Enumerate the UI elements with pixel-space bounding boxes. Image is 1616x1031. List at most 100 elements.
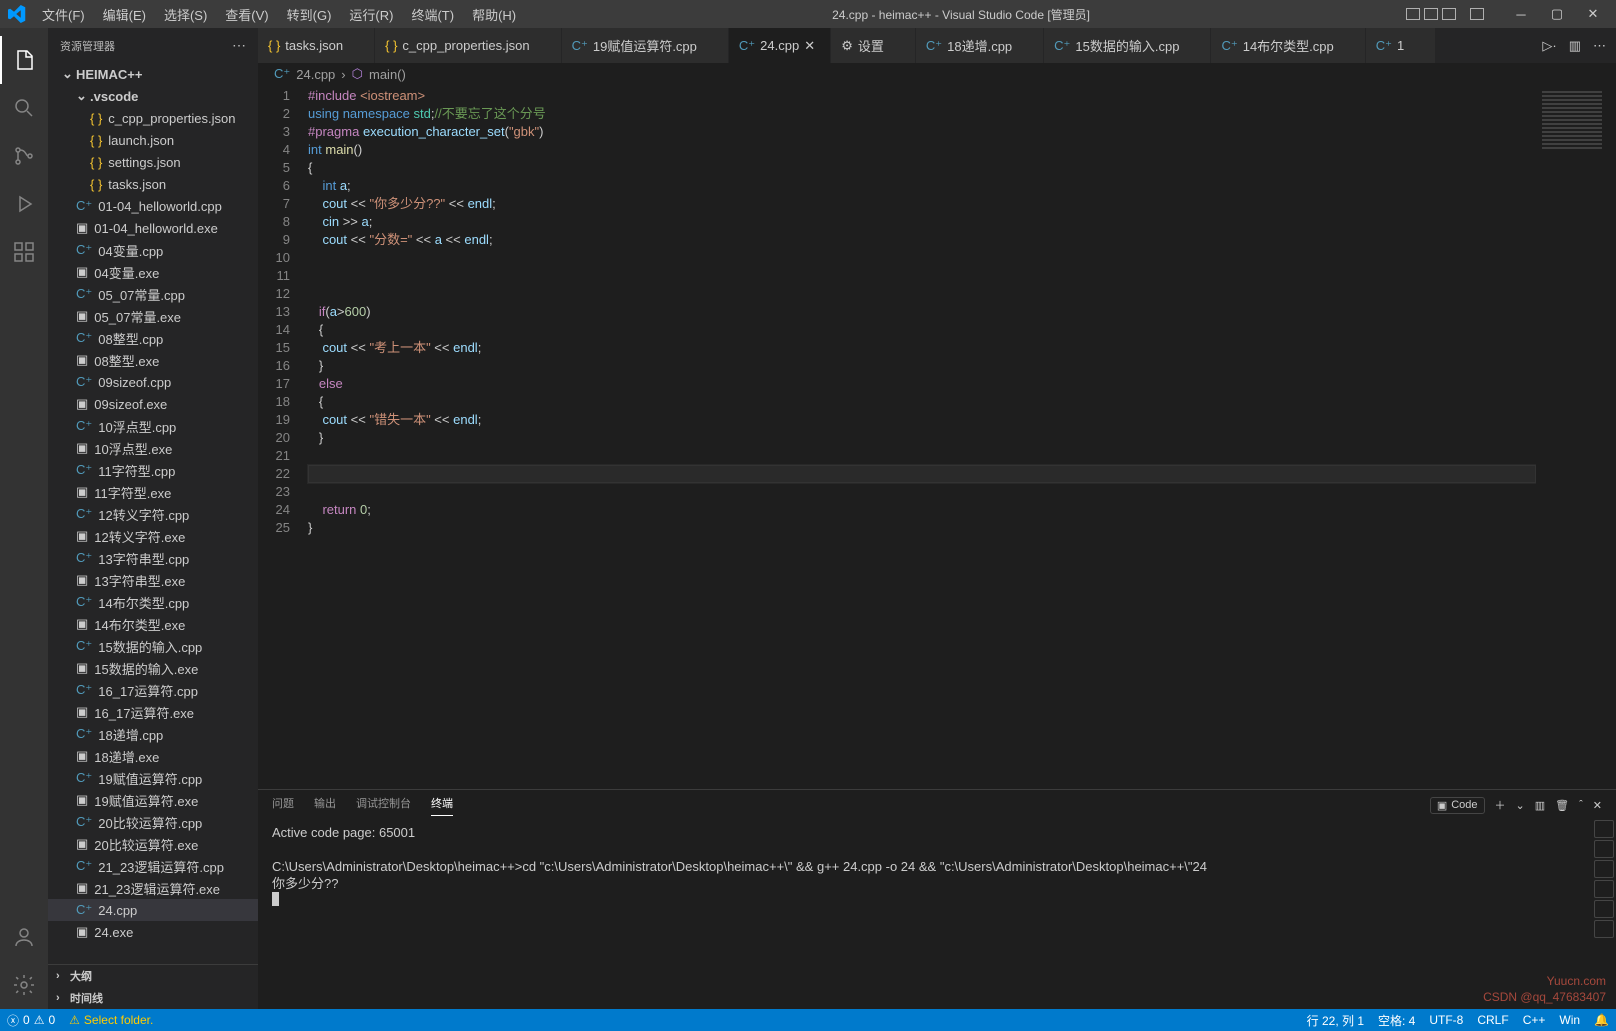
minimize-button[interactable]: ─ [1506,3,1536,25]
close-icon[interactable]: ✕ [804,38,820,54]
menu-item[interactable]: 查看(V) [217,1,276,28]
editor-tab[interactable]: { }tasks.json✕ [258,28,375,63]
search-icon[interactable] [0,84,48,132]
editor-tab[interactable]: { }c_cpp_properties.json✕ [375,28,562,63]
split-icon[interactable]: ▥ [1569,38,1581,54]
tree-file[interactable]: ▣16_17运算符.exe [48,701,258,723]
tree-file[interactable]: C⁺14布尔类型.cpp [48,591,258,613]
layout-icons[interactable] [1406,8,1484,20]
tree-file[interactable]: { }settings.json [48,151,258,173]
menu-item[interactable]: 帮助(H) [464,1,524,28]
tree-file[interactable]: C⁺16_17运算符.cpp [48,679,258,701]
panel-tab[interactable]: 终端 [431,795,453,816]
scm-icon[interactable] [0,132,48,180]
editor-tab[interactable]: C⁺24.cpp✕ [729,28,831,63]
tree-file[interactable]: ▣04变量.exe [48,261,258,283]
terminal[interactable]: Active code page: 65001 C:\Users\Adminis… [258,820,1616,1009]
more-icon[interactable]: ⋯ [1593,38,1606,54]
tree-file[interactable]: ▣10浮点型.exe [48,437,258,459]
tree-file[interactable]: C⁺04变量.cpp [48,239,258,261]
menu-item[interactable]: 选择(S) [156,1,215,28]
panel-close-icon[interactable]: ✕ [1593,799,1602,812]
tree-file[interactable]: C⁺18递增.cpp [48,723,258,745]
tree-file[interactable]: C⁺20比较运算符.cpp [48,811,258,833]
menu-item[interactable]: 运行(R) [341,1,401,28]
tree-file[interactable]: ▣20比较运算符.exe [48,833,258,855]
tree-file[interactable]: ▣24.exe [48,921,258,943]
debug-icon[interactable] [0,180,48,228]
new-terminal-icon[interactable]: ＋ [1495,797,1506,813]
tree-file[interactable]: C⁺11字符型.cpp [48,459,258,481]
status-encoding[interactable]: UTF-8 [1422,1009,1470,1031]
editor-tab[interactable]: C⁺19赋值运算符.cpp✕ [562,28,729,63]
breadcrumbs[interactable]: C⁺ 24.cpp › ⬡ main() [258,63,1616,85]
tree-root[interactable]: ⌄HEIMAC++ [48,63,258,85]
editor-tab[interactable]: ⚙设置✕ [831,28,916,63]
timeline-section[interactable]: ›时间线 [48,987,258,1009]
outline-section[interactable]: ›大纲 [48,965,258,987]
editor-tab[interactable]: C⁺15数据的输入.cpp✕ [1044,28,1211,63]
explorer-icon[interactable] [0,36,48,84]
panel-tab[interactable]: 问题 [272,795,294,815]
tree-file[interactable]: C⁺21_23逻辑运算符.cpp [48,855,258,877]
status-bell-icon[interactable]: 🔔 [1587,1009,1616,1031]
tree-file[interactable]: { }tasks.json [48,173,258,195]
tree-file[interactable]: ▣12转义字符.exe [48,525,258,547]
menu-item[interactable]: 终端(T) [403,1,462,28]
editor-tab[interactable]: C⁺18递增.cpp✕ [916,28,1044,63]
menu-item[interactable]: 文件(F) [34,1,93,28]
account-icon[interactable] [0,913,48,961]
tree-file[interactable]: ▣15数据的输入.exe [48,657,258,679]
editor-tab[interactable]: C⁺1✕ [1366,28,1436,63]
close-button[interactable]: ✕ [1578,3,1608,25]
tree-file[interactable]: ▣08整型.exe [48,349,258,371]
tree-file[interactable]: C⁺12转义字符.cpp [48,503,258,525]
code-area[interactable]: #include <iostream>using namespace std;/… [308,85,1536,789]
run-icon[interactable]: ▷· [1542,38,1556,54]
panel-tab[interactable]: 输出 [314,795,336,815]
tree-file[interactable]: C⁺13字符串型.cpp [48,547,258,569]
tree-file[interactable]: ▣11字符型.exe [48,481,258,503]
tree-file[interactable]: ▣09sizeof.exe [48,393,258,415]
tree-file[interactable]: C⁺01-04_helloworld.cpp [48,195,258,217]
panel-maximize-icon[interactable]: ˆ [1579,799,1583,811]
tree-file[interactable]: { }c_cpp_properties.json [48,107,258,129]
tree-file[interactable]: ▣21_23逻辑运算符.exe [48,877,258,899]
tree-file[interactable]: C⁺24.cpp [48,899,258,921]
status-lang[interactable]: C++ [1516,1009,1553,1031]
status-errors[interactable]: ⓧ 0 ⚠ 0 [0,1009,62,1031]
menu-item[interactable]: 转到(G) [279,1,340,28]
tree-file[interactable]: ▣19赋值运算符.exe [48,789,258,811]
minimap[interactable] [1536,85,1616,789]
tree-file[interactable]: ▣14布尔类型.exe [48,613,258,635]
split-terminal-icon[interactable]: ▥ [1535,799,1545,812]
status-spaces[interactable]: 空格: 4 [1371,1009,1422,1031]
terminal-profile-button[interactable]: ▣Code [1430,797,1485,814]
tree-file[interactable]: C⁺05_07常量.cpp [48,283,258,305]
status-eol[interactable]: CRLF [1470,1009,1515,1031]
extensions-icon[interactable] [0,228,48,276]
status-win[interactable]: Win [1552,1009,1587,1031]
tree-file[interactable]: { }launch.json [48,129,258,151]
tree-file[interactable]: ▣18递增.exe [48,745,258,767]
tree-file[interactable]: ▣05_07常量.exe [48,305,258,327]
tree-file[interactable]: ▣01-04_helloworld.exe [48,217,258,239]
sidebar-more-icon[interactable]: ⋯ [232,37,246,54]
menu-item[interactable]: 编辑(E) [95,1,154,28]
tree-file[interactable]: C⁺09sizeof.cpp [48,371,258,393]
tree-file[interactable]: C⁺15数据的输入.cpp [48,635,258,657]
editor-tab[interactable]: C⁺14布尔类型.cpp✕ [1211,28,1365,63]
terminal-dropdown-icon[interactable]: ⌄ [1516,799,1525,812]
status-position[interactable]: 行 22, 列 1 [1300,1009,1371,1031]
maximize-button[interactable]: ▢ [1542,3,1572,25]
tree-file[interactable]: C⁺08整型.cpp [48,327,258,349]
terminal-side-icons[interactable] [1594,820,1614,938]
tree-file[interactable]: ▣13字符串型.exe [48,569,258,591]
kill-terminal-icon[interactable]: 🗑 [1555,799,1569,812]
tree-file[interactable]: C⁺19赋值运算符.cpp [48,767,258,789]
status-folder[interactable]: ⚠ Select folder. [62,1009,160,1031]
tree-folder-vscode[interactable]: ⌄.vscode [48,85,258,107]
settings-icon[interactable] [0,961,48,1009]
panel-tab[interactable]: 调试控制台 [356,795,411,815]
tree-file[interactable]: C⁺10浮点型.cpp [48,415,258,437]
